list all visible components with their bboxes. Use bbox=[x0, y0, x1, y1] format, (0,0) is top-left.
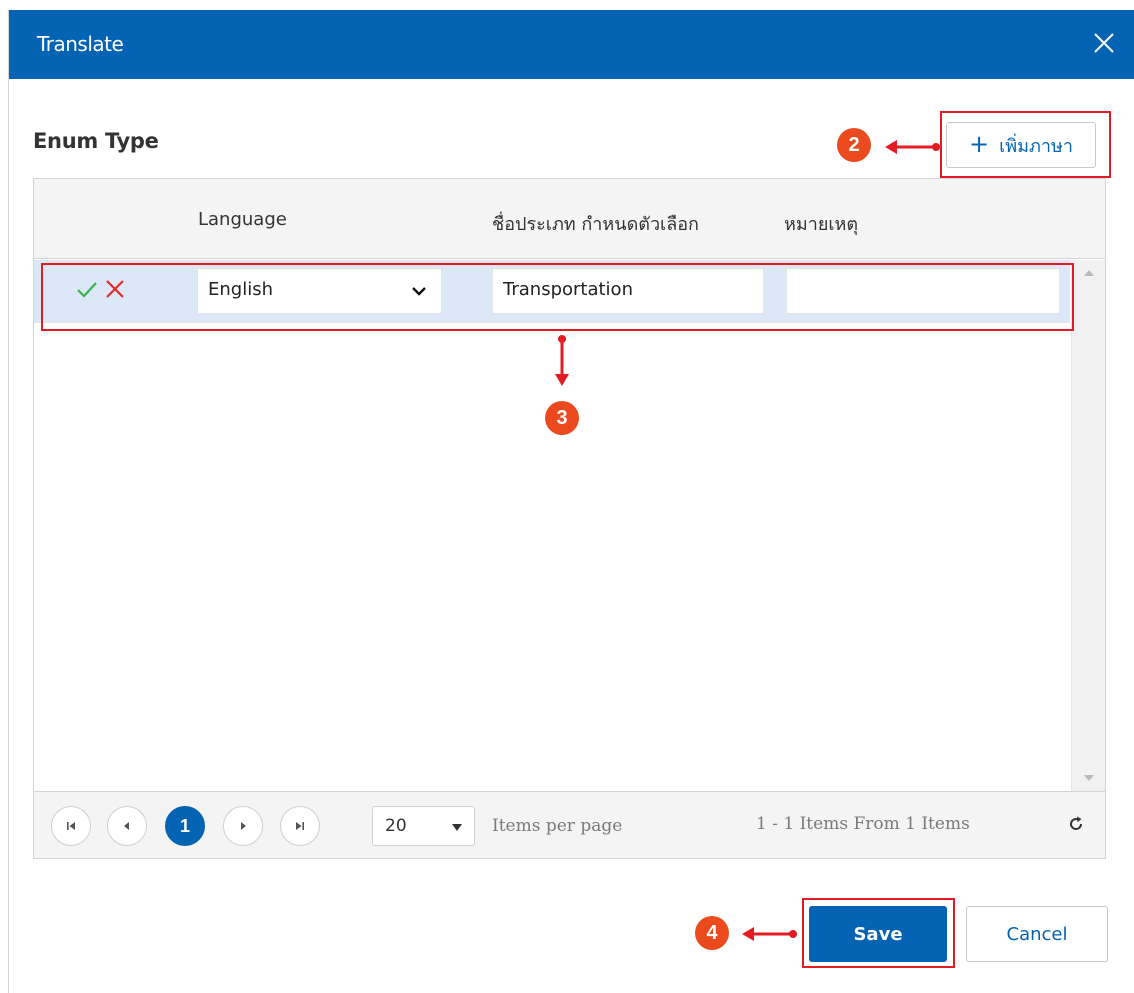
check-icon[interactable] bbox=[76, 278, 98, 300]
prev-page-button[interactable] bbox=[107, 806, 147, 846]
page-size-value: 20 bbox=[385, 816, 407, 836]
grid-header: Language ชื่อประเภท กำหนดตัวเลือก หมายเห… bbox=[34, 179, 1105, 259]
add-language-label: เพิ่มภาษา bbox=[999, 135, 1073, 157]
items-per-page-label: Items per page bbox=[492, 816, 623, 836]
items-count-info: 1 - 1 Items From 1 Items bbox=[756, 814, 970, 834]
language-select-value: English bbox=[208, 279, 273, 300]
row-divider bbox=[34, 322, 1070, 323]
cancel-x-icon[interactable] bbox=[104, 278, 126, 300]
step-badge-3: 3 bbox=[545, 401, 579, 435]
next-page-button[interactable] bbox=[223, 806, 263, 846]
first-page-icon bbox=[67, 822, 75, 830]
last-page-button[interactable] bbox=[280, 806, 320, 846]
column-header-type-name[interactable]: ชื่อประเภท กำหนดตัวเลือก bbox=[492, 209, 699, 238]
plus-icon: + bbox=[969, 129, 990, 158]
scroll-up-icon[interactable] bbox=[1084, 270, 1094, 276]
translation-grid: Language ชื่อประเภท กำหนดตัวเลือก หมายเห… bbox=[33, 178, 1106, 859]
dropdown-arrow-icon bbox=[452, 824, 462, 831]
column-header-note[interactable]: หมายเหตุ bbox=[784, 209, 858, 238]
cancel-button[interactable]: Cancel bbox=[966, 906, 1108, 962]
note-input[interactable] bbox=[786, 268, 1060, 314]
type-name-value: Transportation bbox=[503, 279, 633, 300]
column-header-language[interactable]: Language bbox=[198, 209, 287, 230]
dialog-title: Translate bbox=[37, 32, 124, 56]
refresh-icon[interactable] bbox=[1066, 814, 1086, 834]
grid-scrollbar[interactable] bbox=[1071, 260, 1105, 791]
chevron-down-icon bbox=[412, 287, 426, 296]
save-button[interactable]: Save bbox=[809, 906, 947, 962]
section-title: Enum Type bbox=[33, 129, 159, 153]
add-language-button[interactable]: + เพิ่มภาษา bbox=[946, 122, 1096, 168]
first-page-button[interactable] bbox=[51, 806, 91, 846]
page-size-select[interactable]: 20 bbox=[372, 806, 475, 846]
last-page-icon bbox=[296, 822, 304, 830]
page-number-button[interactable]: 1 bbox=[165, 806, 205, 846]
prev-page-icon bbox=[124, 822, 129, 830]
step-badge-4: 4 bbox=[695, 916, 729, 950]
close-icon[interactable] bbox=[1091, 30, 1117, 56]
next-page-icon bbox=[241, 822, 246, 830]
step-badge-2: 2 bbox=[837, 128, 871, 162]
row-actions bbox=[76, 278, 126, 300]
type-name-input[interactable]: Transportation bbox=[492, 268, 764, 314]
language-select[interactable]: English bbox=[197, 268, 442, 314]
grid-pager: 1 20 Items per page 1 - 1 Items From 1 I… bbox=[34, 791, 1105, 858]
dialog-titlebar: Translate bbox=[9, 10, 1134, 79]
table-row: English Transportation bbox=[34, 260, 1070, 322]
scroll-down-icon[interactable] bbox=[1084, 775, 1094, 781]
